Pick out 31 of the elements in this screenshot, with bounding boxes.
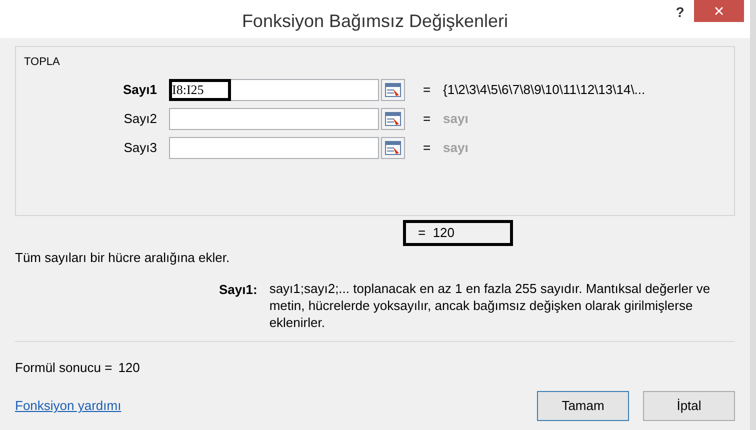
argument-result: sayı bbox=[443, 110, 468, 128]
argument-field[interactable] bbox=[169, 136, 379, 158]
function-description: Tüm sayıları bir hücre aralığına ekler. bbox=[15, 249, 231, 267]
argument-label: Sayı1 bbox=[122, 80, 158, 99]
formula-result-label: Formül sonucu = bbox=[15, 358, 112, 376]
window-title: Fonksiyon Bağımsız Değişkenleri bbox=[242, 10, 508, 33]
range-picker-icon[interactable] bbox=[385, 112, 401, 126]
dialog-button[interactable]: Tamam bbox=[537, 391, 629, 421]
argument-label: Sayı3 bbox=[122, 138, 158, 157]
argument-help-label: Sayı1: bbox=[219, 280, 258, 299]
range-picker-button[interactable] bbox=[381, 78, 405, 100]
equals-sign: = bbox=[423, 110, 432, 128]
dialog-button[interactable]: İptal bbox=[643, 391, 735, 421]
range-picker-button[interactable] bbox=[381, 108, 405, 130]
argument-field[interactable]: I8:I25 bbox=[169, 78, 379, 100]
help-link[interactable]: Fonksiyon yardımı bbox=[15, 396, 122, 416]
function-result: = 120 bbox=[403, 220, 513, 246]
equals-sign: = bbox=[423, 80, 432, 99]
equals-sign: = bbox=[423, 138, 432, 157]
argument-result: sayı bbox=[443, 138, 468, 157]
group-title: TOPLA bbox=[24, 56, 60, 68]
help-button[interactable]: ? bbox=[670, 2, 690, 22]
argument-label: Sayı2 bbox=[122, 110, 158, 128]
argument-field[interactable] bbox=[169, 108, 379, 130]
range-picker-icon[interactable] bbox=[385, 82, 401, 96]
formula-result-value: 120 bbox=[118, 358, 140, 376]
close-button[interactable]: × bbox=[694, 0, 744, 22]
argument-result: {1\2\3\4\5\6\7\8\9\10\11\12\13\14\... bbox=[443, 80, 646, 99]
argument-help-text: sayı1;sayı2;... toplanacak en az 1 en fazla 255 sayıdır. Mantıksal değerler ve metin, hücrelerde yoksayılır, ancak bağımsız değişken olarak girilmişlerse eklenirler. bbox=[269, 280, 712, 330]
range-picker-button[interactable] bbox=[381, 136, 405, 158]
range-picker-icon[interactable] bbox=[385, 140, 401, 154]
